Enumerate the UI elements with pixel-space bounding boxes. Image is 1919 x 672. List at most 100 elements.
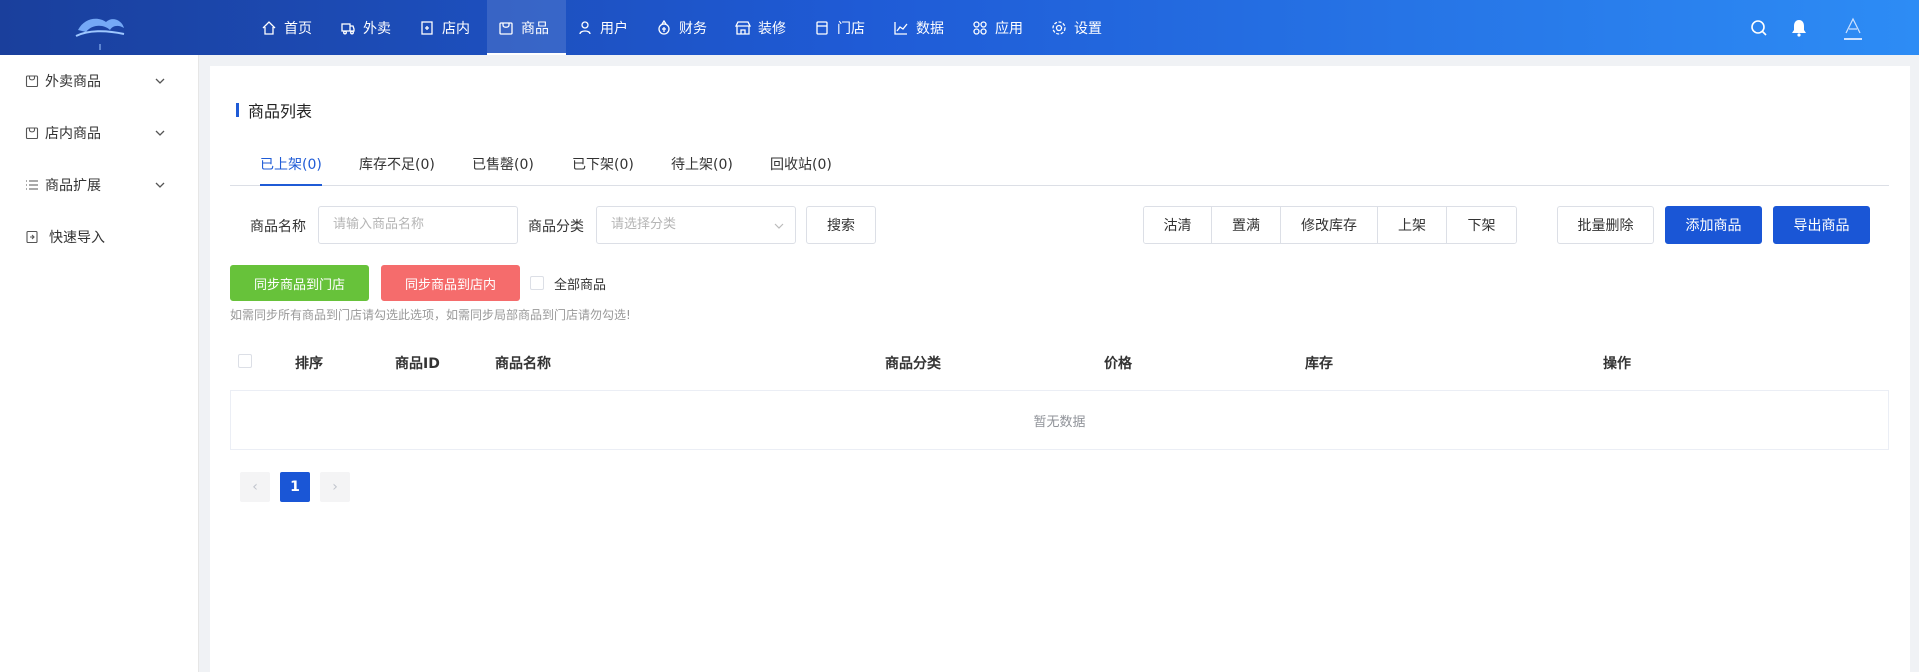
sync-hint: 如需同步所有商品到门店请勾选此选项，如需同步局部商品到门店请勿勾选! <box>230 308 631 322</box>
sidebar-item-store-goods[interactable]: 店内商品 <box>0 107 198 159</box>
column-header-name: 商品名称 <box>495 356 551 372</box>
home-icon <box>262 20 276 35</box>
nav-label: 财务 <box>679 20 707 37</box>
tab-off-shelf[interactable]: 已下架(0) <box>572 154 634 186</box>
decor-icon <box>735 20 751 35</box>
batch-delete-button[interactable]: 批量删除 <box>1557 206 1654 244</box>
nav-item-store-in[interactable]: 店内 <box>408 0 487 55</box>
fill-stock-button[interactable]: 置满 <box>1212 207 1281 243</box>
nav-label: 门店 <box>837 20 865 37</box>
all-goods-label: 全部商品 <box>554 278 607 293</box>
put-on-shelf-button[interactable]: 上架 <box>1378 207 1447 243</box>
chevron-down-icon <box>774 223 784 229</box>
nav-label: 店内 <box>442 20 470 37</box>
sync-to-inside-button[interactable]: 同步商品到店内 <box>381 265 520 301</box>
chevron-down-icon <box>155 130 165 136</box>
sidebar-item-delivery-goods[interactable]: 外卖商品 <box>0 55 198 107</box>
search-icon[interactable] <box>1749 18 1769 38</box>
shop-icon <box>816 20 828 35</box>
main-nav: 首页 外卖 店内 商品 用户 财务 装修 门店 数据 应用 设置 <box>250 0 1119 55</box>
bell-icon[interactable] <box>1789 18 1809 38</box>
prev-page-button[interactable]: ‹ <box>240 472 270 502</box>
page-number-current[interactable]: 1 <box>280 472 310 502</box>
nav-item-finance[interactable]: 财务 <box>645 0 724 55</box>
avatar[interactable] <box>1835 10 1871 46</box>
bag-icon <box>25 127 39 140</box>
sidebar-item-quick-import[interactable]: 快速导入 <box>0 211 198 263</box>
edit-stock-button[interactable]: 修改库存 <box>1281 207 1378 243</box>
nav-label: 首页 <box>284 20 312 37</box>
sidebar-item-label: 商品扩展 <box>45 178 101 194</box>
nav-item-delivery[interactable]: 外卖 <box>329 0 408 55</box>
apps-icon <box>973 20 987 35</box>
nav-item-user[interactable]: 用户 <box>566 0 645 55</box>
finance-icon <box>658 19 670 35</box>
import-icon <box>26 230 38 244</box>
tab-recycle-bin[interactable]: 回收站(0) <box>770 154 832 186</box>
nav-item-data[interactable]: 数据 <box>882 0 961 55</box>
sidebar-item-label: 快速导入 <box>49 230 105 246</box>
sell-out-button[interactable]: 沽清 <box>1144 207 1212 243</box>
tab-sold-out[interactable]: 已售罄(0) <box>472 154 534 186</box>
store-in-icon <box>421 20 433 35</box>
take-off-shelf-button[interactable]: 下架 <box>1447 207 1516 243</box>
nav-item-goods[interactable]: 商品 <box>487 0 566 55</box>
top-navbar: 首页 外卖 店内 商品 用户 财务 装修 门店 数据 应用 设置 <box>0 0 1919 55</box>
nav-label: 应用 <box>995 20 1023 37</box>
tab-low-stock[interactable]: 库存不足(0) <box>359 154 435 186</box>
category-placeholder: 请选择分类 <box>611 217 677 232</box>
list-icon <box>26 180 38 190</box>
column-header-id: 商品ID <box>395 356 440 372</box>
column-header-category: 商品分类 <box>885 356 941 372</box>
stock-action-group: 沽清 置满 修改库存 上架 下架 <box>1143 206 1517 244</box>
table-header: 排序 商品ID 商品名称 商品分类 价格 库存 操作 <box>230 338 1889 383</box>
title-accent <box>236 103 239 117</box>
page-title: 商品列表 <box>236 98 312 122</box>
nav-label: 装修 <box>758 20 786 37</box>
logo[interactable] <box>70 8 130 50</box>
settings-icon <box>1052 20 1066 35</box>
chart-icon <box>894 21 908 35</box>
sidebar: 外卖商品 店内商品 商品扩展 快速导入 <box>0 55 199 672</box>
page-title-text: 商品列表 <box>248 102 313 121</box>
nav-label: 数据 <box>916 20 944 37</box>
category-select[interactable]: 请选择分类 <box>596 206 796 244</box>
nav-item-shop[interactable]: 门店 <box>803 0 882 55</box>
top-right-tools <box>1729 0 1871 55</box>
nav-label: 设置 <box>1074 20 1102 37</box>
goods-icon <box>499 21 513 35</box>
column-header-actions: 操作 <box>1603 356 1631 372</box>
column-header-price: 价格 <box>1104 356 1132 372</box>
nav-label: 外卖 <box>363 20 391 37</box>
select-all-checkbox[interactable] <box>238 354 252 368</box>
add-goods-button[interactable]: 添加商品 <box>1665 206 1762 244</box>
next-page-button[interactable]: › <box>320 472 350 502</box>
delivery-icon <box>341 22 355 34</box>
column-header-sort: 排序 <box>295 356 323 372</box>
nav-item-decor[interactable]: 装修 <box>724 0 803 55</box>
user-icon <box>579 20 591 34</box>
main-panel: 商品列表 已上架(0) 库存不足(0) 已售罄(0) 已下架(0) 待上架(0)… <box>210 66 1910 672</box>
bag-icon <box>25 75 39 88</box>
search-button[interactable]: 搜索 <box>806 206 876 244</box>
nav-item-settings[interactable]: 设置 <box>1040 0 1119 55</box>
sidebar-item-label: 店内商品 <box>45 126 101 142</box>
sidebar-item-goods-extension[interactable]: 商品扩展 <box>0 159 198 211</box>
chevron-down-icon <box>155 182 165 188</box>
table-empty-state: 暂无数据 <box>230 390 1889 450</box>
export-goods-button[interactable]: 导出商品 <box>1773 206 1870 244</box>
sync-to-store-button[interactable]: 同步商品到门店 <box>230 265 369 301</box>
all-goods-checkbox[interactable] <box>530 276 544 290</box>
category-label: 商品分类 <box>528 219 584 235</box>
chevron-down-icon <box>155 78 165 84</box>
nav-label: 商品 <box>521 20 549 37</box>
goods-name-label: 商品名称 <box>250 219 306 235</box>
tab-pending[interactable]: 待上架(0) <box>671 154 733 186</box>
nav-item-home[interactable]: 首页 <box>250 0 329 55</box>
status-tabs: 已上架(0) 库存不足(0) 已售罄(0) 已下架(0) 待上架(0) 回收站(… <box>230 154 1889 186</box>
goods-name-input[interactable]: 请输入商品名称 <box>318 206 518 244</box>
nav-item-apps[interactable]: 应用 <box>961 0 1040 55</box>
column-header-stock: 库存 <box>1305 356 1333 372</box>
tab-on-shelf[interactable]: 已上架(0) <box>260 154 322 186</box>
sidebar-item-label: 外卖商品 <box>45 74 101 90</box>
